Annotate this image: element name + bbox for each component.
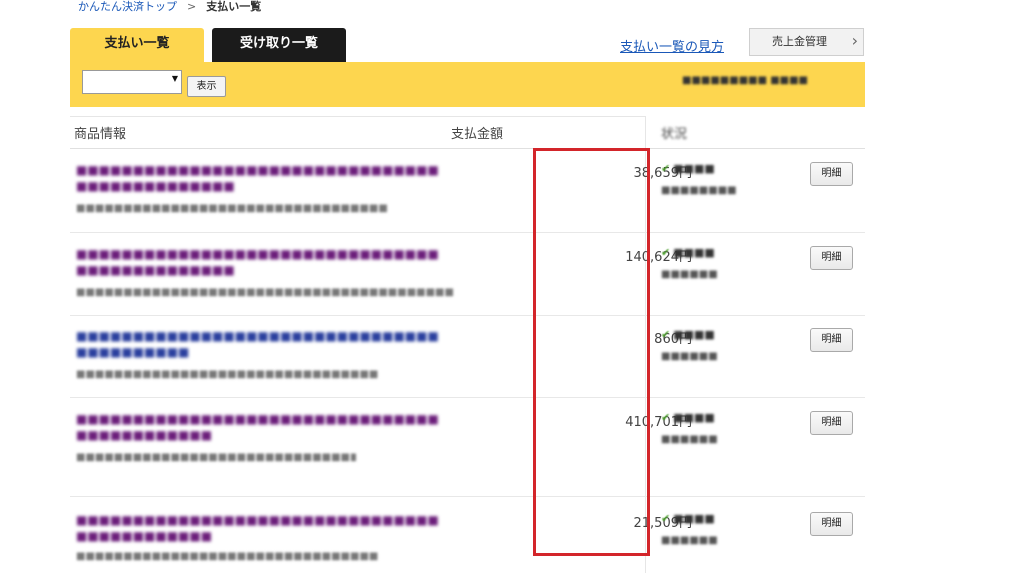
payment-list-page: かんたん決済トップ > 支払い一覧 支払い一覧 受け取り一覧 支払い一覧の見方 売上…: [0, 0, 1024, 573]
filter-bar: ▼ 表示 ■■■■■■■■■ ■■■■: [70, 62, 865, 107]
item-title-link[interactable]: ■■■■■■■■■■■■■■■■■■■■■■■■■■■■■■■■■■■■■■■■…: [76, 328, 446, 360]
detail-button[interactable]: 明細: [810, 162, 853, 186]
check-icon: ✔: [661, 512, 671, 525]
item-title-link[interactable]: ■■■■■■■■■■■■■■■■■■■■■■■■■■■■■■■■■■■■■■■■…: [76, 162, 446, 194]
item-title-link[interactable]: ■■■■■■■■■■■■■■■■■■■■■■■■■■■■■■■■■■■■■■■■…: [76, 411, 446, 443]
item-title-link[interactable]: ■■■■■■■■■■■■■■■■■■■■■■■■■■■■■■■■■■■■■■■■…: [76, 512, 446, 544]
sales-management-label: 売上金管理: [772, 35, 827, 48]
table-row: ■■■■■■■■■■■■■■■■■■■■■■■■■■■■■■■■■■■■■■■■…: [70, 246, 865, 316]
row-divider: [70, 232, 865, 233]
breadcrumb-separator: >: [187, 0, 197, 13]
help-link[interactable]: 支払い一覧の見方: [620, 36, 724, 55]
item-subtext: ■■■■■■■■■■■■■■■■■■■■■■■■■■■■■■■■■: [76, 203, 388, 214]
table-row: ■■■■■■■■■■■■■■■■■■■■■■■■■■■■■■■■■■■■■■■■…: [70, 512, 865, 572]
dropdown-arrow-icon: ▼: [171, 74, 178, 83]
column-header-amount: 支払金額: [451, 127, 504, 142]
tab-receipt-list[interactable]: 受け取り一覧: [212, 28, 346, 62]
period-select[interactable]: ▼: [82, 70, 182, 94]
status-cell: ✔ ■■■■ ■■■■■■■■: [661, 162, 781, 196]
show-button[interactable]: 表示: [187, 76, 226, 97]
status-date: ■■■■■■: [661, 535, 718, 546]
check-icon: ✔: [661, 162, 671, 175]
detail-button[interactable]: 明細: [810, 411, 853, 435]
tab-payment-list[interactable]: 支払い一覧: [70, 28, 204, 62]
chevron-right-icon: ›: [851, 31, 858, 50]
row-divider: [70, 397, 865, 398]
item-subtext: ■■■■■■■■■■■■■■■■■■■■■■■■■■■■■■■■: [76, 369, 379, 380]
item-subtext: ■■■■■■■■■■■■■■■■■■■■■■■■■■■■■■■■■■■■■■■■…: [76, 452, 356, 463]
detail-button[interactable]: 明細: [810, 246, 853, 270]
status-cell: ✔ ■■■■ ■■■■■■: [661, 512, 781, 546]
amount-highlight-box: [533, 148, 650, 556]
item-subtext: ■■■■■■■■■■■■■■■■■■■■■■■■■■■■■■■■: [76, 551, 379, 562]
check-icon: ✔: [661, 328, 671, 341]
item-title-link[interactable]: ■■■■■■■■■■■■■■■■■■■■■■■■■■■■■■■■■■■■■■■■…: [76, 246, 446, 278]
table-top-divider: [70, 116, 645, 117]
status-text: ■■■■: [673, 512, 715, 525]
row-divider: [70, 315, 865, 316]
header-divider: [70, 148, 865, 149]
breadcrumb: かんたん決済トップ > 支払い一覧: [78, 0, 261, 14]
check-icon: ✔: [661, 246, 671, 259]
breadcrumb-home-link[interactable]: かんたん決済トップ: [78, 0, 177, 13]
status-cell: ✔ ■■■■ ■■■■■■: [661, 411, 781, 445]
row-divider: [70, 496, 865, 497]
item-subtext: ■■■■■■■■■■■■■■■■■■■■■■■■■■■■■■■■■■■■■■■■: [76, 287, 454, 298]
table-row: ■■■■■■■■■■■■■■■■■■■■■■■■■■■■■■■■■■■■■■■■…: [70, 328, 865, 398]
breadcrumb-current: 支払い一覧: [206, 0, 262, 13]
filter-info-text: ■■■■■■■■■ ■■■■: [682, 75, 809, 86]
detail-button[interactable]: 明細: [810, 328, 853, 352]
status-date: ■■■■■■: [661, 269, 718, 280]
status-text: ■■■■: [673, 162, 715, 175]
detail-button[interactable]: 明細: [810, 512, 853, 536]
column-header-status: 状況: [661, 127, 688, 142]
table-row: ■■■■■■■■■■■■■■■■■■■■■■■■■■■■■■■■■■■■■■■■…: [70, 162, 865, 232]
status-text: ■■■■: [673, 411, 715, 424]
column-header-item: 商品情報: [74, 127, 127, 142]
status-text: ■■■■: [673, 246, 715, 259]
table-row: ■■■■■■■■■■■■■■■■■■■■■■■■■■■■■■■■■■■■■■■■…: [70, 411, 865, 496]
status-text: ■■■■: [673, 328, 715, 341]
status-cell: ✔ ■■■■ ■■■■■■: [661, 246, 781, 280]
status-date: ■■■■■■■■: [661, 185, 737, 196]
sales-management-button[interactable]: 売上金管理 ›: [749, 28, 864, 56]
status-date: ■■■■■■: [661, 434, 718, 445]
check-icon: ✔: [661, 411, 671, 424]
status-date: ■■■■■■: [661, 351, 718, 362]
status-cell: ✔ ■■■■ ■■■■■■: [661, 328, 781, 362]
